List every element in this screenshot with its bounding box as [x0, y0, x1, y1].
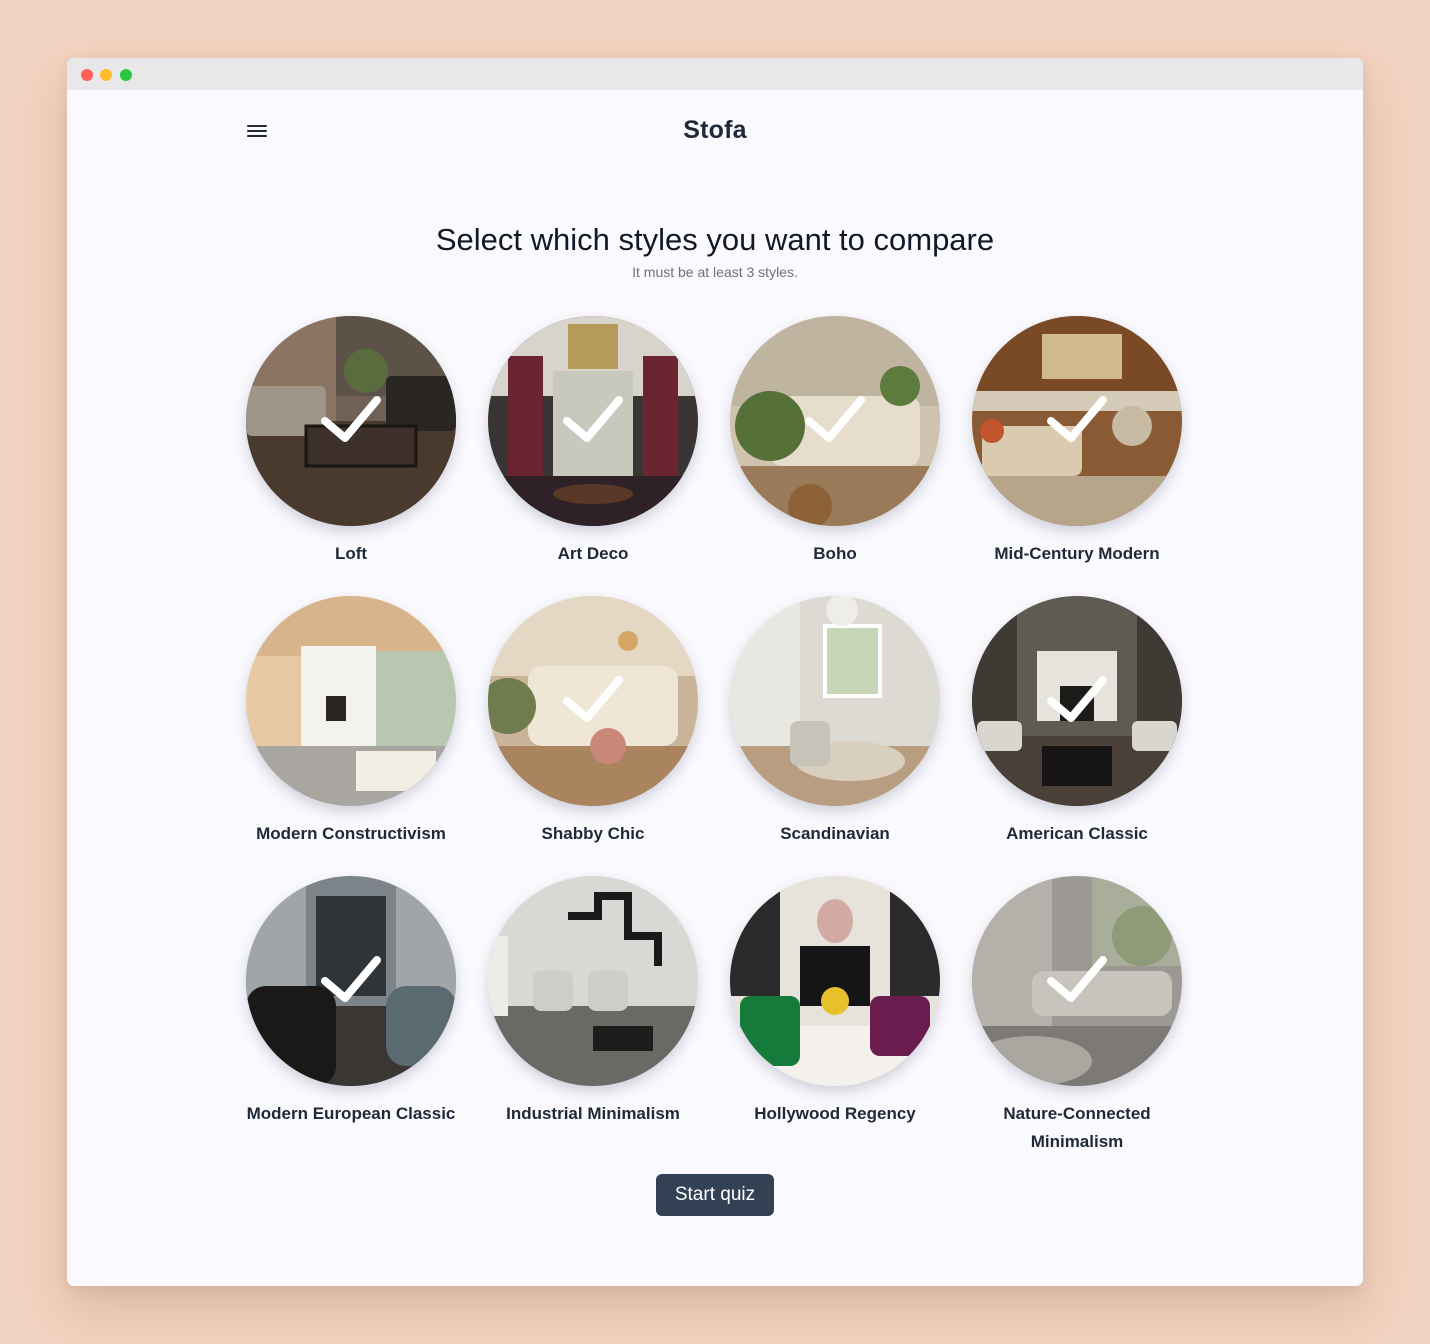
american-classic-photo: [972, 596, 1182, 806]
style-card-mid-century-modern[interactable]: Mid-Century Modern: [957, 316, 1197, 568]
style-label: Art Deco: [557, 544, 629, 563]
style-image-modern-constructivism[interactable]: [246, 596, 456, 806]
style-image-industrial-minimalism[interactable]: [488, 876, 698, 1086]
style-label: Scandinavian: [780, 824, 890, 843]
browser-window: Stofa Select which styles you want to co…: [67, 58, 1363, 1286]
window-titlebar: [67, 58, 1363, 90]
style-image-shabby-chic[interactable]: [488, 596, 698, 806]
style-card-art-deco[interactable]: Art Deco: [473, 316, 713, 568]
style-card-modern-constructivism[interactable]: Modern Constructivism: [231, 596, 471, 848]
style-image-american-classic[interactable]: [972, 596, 1182, 806]
style-image-mid-century-modern[interactable]: [972, 316, 1182, 526]
hollywood-regency-photo: [730, 876, 940, 1086]
style-label: Industrial Minimalism: [506, 1104, 680, 1123]
mid-century-modern-photo: [972, 316, 1182, 526]
style-card-nature-connected-minimalism[interactable]: Nature-Connected Minimalism: [957, 876, 1197, 1156]
modern-european-classic-photo: [246, 876, 456, 1086]
modern-constructivism-photo: [246, 596, 456, 806]
style-image-scandinavian[interactable]: [730, 596, 940, 806]
style-label: Nature-Connected Minimalism: [1003, 1104, 1151, 1151]
style-label: Shabby Chic: [541, 824, 645, 843]
shabby-chic-photo: [488, 596, 698, 806]
loft-photo: [246, 316, 456, 526]
start-quiz-button[interactable]: Start quiz: [656, 1174, 774, 1216]
style-card-shabby-chic[interactable]: Shabby Chic: [473, 596, 713, 848]
style-label: Modern European Classic: [246, 1104, 456, 1123]
style-label: Mid-Century Modern: [994, 544, 1160, 563]
brand-logo[interactable]: Stofa: [67, 116, 1363, 145]
style-card-modern-european-classic[interactable]: Modern European Classic: [231, 876, 471, 1128]
style-image-hollywood-regency[interactable]: [730, 876, 940, 1086]
style-label: Boho: [813, 544, 857, 563]
style-card-boho[interactable]: Boho: [715, 316, 955, 568]
maximize-window-dot[interactable]: [120, 69, 132, 81]
style-card-loft[interactable]: Loft: [231, 316, 471, 568]
page-title: Select which styles you want to compare: [435, 222, 995, 257]
style-card-scandinavian[interactable]: Scandinavian: [715, 596, 955, 848]
style-label: Loft: [334, 544, 368, 563]
style-card-hollywood-regency[interactable]: Hollywood Regency: [715, 876, 955, 1128]
style-image-loft[interactable]: [246, 316, 456, 526]
minimize-window-dot[interactable]: [100, 69, 112, 81]
style-image-boho[interactable]: [730, 316, 940, 526]
art-deco-photo: [488, 316, 698, 526]
style-label: American Classic: [1006, 824, 1148, 843]
scandinavian-photo: [730, 596, 940, 806]
style-card-american-classic[interactable]: American Classic: [957, 596, 1197, 848]
boho-photo: [730, 316, 940, 526]
style-card-industrial-minimalism[interactable]: Industrial Minimalism: [473, 876, 713, 1128]
nature-connected-minimalism-photo: [972, 876, 1182, 1086]
style-image-nature-connected-minimalism[interactable]: [972, 876, 1182, 1086]
style-image-art-deco[interactable]: [488, 316, 698, 526]
style-label: Modern Constructivism: [256, 824, 446, 843]
app-header: Stofa: [67, 90, 1363, 172]
style-label: Hollywood Regency: [754, 1104, 916, 1123]
close-window-dot[interactable]: [81, 69, 93, 81]
page-subtitle: It must be at least 3 styles.: [632, 264, 798, 280]
industrial-minimalism-photo: [488, 876, 698, 1086]
style-image-modern-european-classic[interactable]: [246, 876, 456, 1086]
